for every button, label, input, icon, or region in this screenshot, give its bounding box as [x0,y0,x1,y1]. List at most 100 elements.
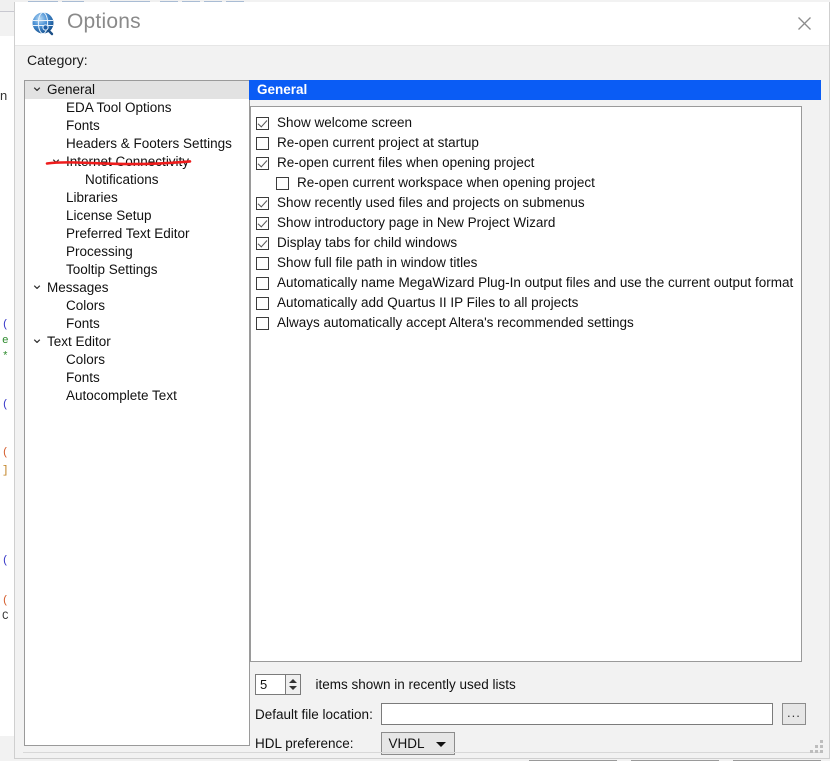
hdl-preference-label: HDL preference: [255,736,354,751]
recent-items-label: items shown in recently used lists [315,677,516,692]
tree-item-fonts[interactable]: Fonts [25,117,249,135]
checkbox-unchecked-icon[interactable] [276,177,289,190]
checkbox-label: Show full file path in window titles [277,255,478,270]
tree-item-autocomplete-text[interactable]: Autocomplete Text [25,387,249,405]
checkbox-row[interactable]: Display tabs for child windows [256,233,801,253]
chevron-down-icon[interactable]: ⌄ [29,331,45,346]
dialog-title: Options [67,10,141,33]
tree-item-notifications[interactable]: Notifications [25,171,249,189]
checkbox-label: Automatically name MegaWizard Plug-In ou… [277,275,794,290]
tree-item-label: Processing [66,244,133,259]
hdl-preference-value: VHDL [388,736,425,751]
tree-item-label: Autocomplete Text [66,388,177,403]
tree-item-colors[interactable]: Colors [25,297,249,315]
default-file-location-input[interactable] [381,703,774,725]
default-file-location-label: Default file location: [255,706,373,722]
checkbox-row[interactable]: Always automatically accept Altera's rec… [256,313,801,333]
checkbox-unchecked-icon[interactable] [256,297,269,310]
checkbox-checked-icon[interactable] [256,197,269,210]
tree-item-label: Preferred Text Editor [66,226,190,241]
category-tree[interactable]: ⌄ General EDA Tool Options Fonts Headers & F… [24,80,250,746]
tree-item-label: General [47,82,96,97]
checkbox-label: Show recently used files and projects on… [277,195,585,210]
tree-item-label: EDA Tool Options [66,100,172,115]
tree-item-tooltip-settings[interactable]: Tooltip Settings [25,261,249,279]
chevron-down-icon[interactable] [436,742,447,747]
stepper-down-icon[interactable] [289,686,297,690]
chevron-down-icon[interactable]: ⌄ [48,151,64,166]
tree-item-label: Fonts [66,370,100,385]
resize-grip[interactable] [810,740,824,754]
checkbox-label: Show introductory page in New Project Wi… [277,215,556,230]
checkbox-checked-icon[interactable] [256,117,269,130]
tree-item-text-editor[interactable]: ⌄ Text Editor [25,331,249,351]
checkbox-row[interactable]: Re-open current project at startup [256,133,801,153]
checkbox-unchecked-icon[interactable] [256,277,269,290]
tree-item-label: Internet Connectivity [66,154,190,169]
tree-item-internet-connectivity[interactable]: ⌄ Internet Connectivity [25,151,249,171]
tree-item-messages[interactable]: ⌄ Messages [25,277,249,297]
checkbox-row[interactable]: Re-open current workspace when opening p… [256,173,801,193]
category-label: Category: [27,52,88,68]
tree-item-fonts[interactable]: Fonts [25,315,249,333]
tree-item-label: Fonts [66,118,100,133]
tree-item-processing[interactable]: Processing [25,243,249,261]
chevron-down-icon[interactable]: ⌄ [29,277,45,292]
quartus-globe-icon [31,11,57,37]
checkbox-unchecked-icon[interactable] [256,257,269,270]
checkbox-unchecked-icon[interactable] [256,317,269,330]
checkbox-row[interactable]: Show welcome screen [256,113,801,133]
tree-item-label: Text Editor [47,334,111,349]
checkbox-row[interactable]: Re-open current files when opening proje… [256,153,801,173]
checkbox-label: Re-open current files when opening proje… [277,155,535,170]
checkbox-label: Display tabs for child windows [277,235,458,250]
close-icon[interactable] [781,2,827,44]
tree-item-eda-tool-options[interactable]: EDA Tool Options [25,99,249,117]
checkbox-label: Re-open current project at startup [277,135,479,150]
tree-item-libraries[interactable]: Libraries [25,189,249,207]
recent-items-stepper[interactable]: 5 [255,674,301,695]
tree-item-label: Tooltip Settings [66,262,158,277]
tree-item-preferred-text-editor[interactable]: Preferred Text Editor [25,225,249,243]
tree-item-fonts[interactable]: Fonts [25,369,249,387]
checkbox-checked-icon[interactable] [256,237,269,250]
checkbox-checked-icon[interactable] [256,157,269,170]
tree-item-label: Notifications [85,172,159,187]
tree-item-label: License Setup [66,208,152,223]
settings-panel: General Show welcome screen Re-open curre… [249,80,821,755]
checkbox-row[interactable]: Automatically add Quartus II IP Files to… [256,293,801,313]
tree-item-colors[interactable]: Colors [25,351,249,369]
browse-button[interactable]: ... [781,703,806,725]
screenshot-root: ( e * ( ( ] ( ( C n Options Category: ⌄ … [0,0,830,761]
checkbox-label: Show welcome screen [277,115,413,130]
checkbox-row[interactable]: Automatically name MegaWizard Plug-In ou… [256,273,801,293]
default-file-location-row: Default file location: ... [255,703,815,725]
tree-item-label: Colors [66,352,106,367]
tree-item-label: Fonts [66,316,100,331]
panel-header: General [249,80,821,100]
checkbox-checked-icon[interactable] [256,217,269,230]
dialog-titlebar: Options [15,2,829,46]
checkbox-row[interactable]: Show introductory page in New Project Wi… [256,213,801,233]
checkbox-unchecked-icon[interactable] [256,137,269,150]
tree-item-label: Libraries [66,190,118,205]
footer-divider [23,752,821,753]
tree-item-label: Messages [47,280,109,295]
options-dialog: Options Category: ⌄ General EDA Tool Optio… [14,2,830,761]
tree-item-general[interactable]: ⌄ General [25,81,249,99]
checkbox-row[interactable]: Show full file path in window titles [256,253,801,273]
tree-item-license-setup[interactable]: License Setup [25,207,249,225]
checkbox-row[interactable]: Show recently used files and projects on… [256,193,801,213]
recent-items-row: 5 items shown in recently used lists [255,674,516,695]
stepper-buttons[interactable] [285,675,300,694]
checkbox-label: Re-open current workspace when opening p… [297,175,595,190]
checkbox-label: Always automatically accept Altera's rec… [277,315,634,330]
checkbox-label: Automatically add Quartus II IP Files to… [277,295,579,310]
background-text-fragment: n [0,88,8,103]
checkbox-list[interactable]: Show welcome screen Re-open current proje… [250,106,802,662]
tree-item-label: Headers & Footers Settings [66,136,232,151]
chevron-down-icon[interactable]: ⌄ [29,81,45,94]
dialog-body: Category: ⌄ General EDA Tool Options Fonts H… [15,46,829,761]
stepper-up-icon[interactable] [289,679,297,683]
tree-item-label: Colors [66,298,106,313]
